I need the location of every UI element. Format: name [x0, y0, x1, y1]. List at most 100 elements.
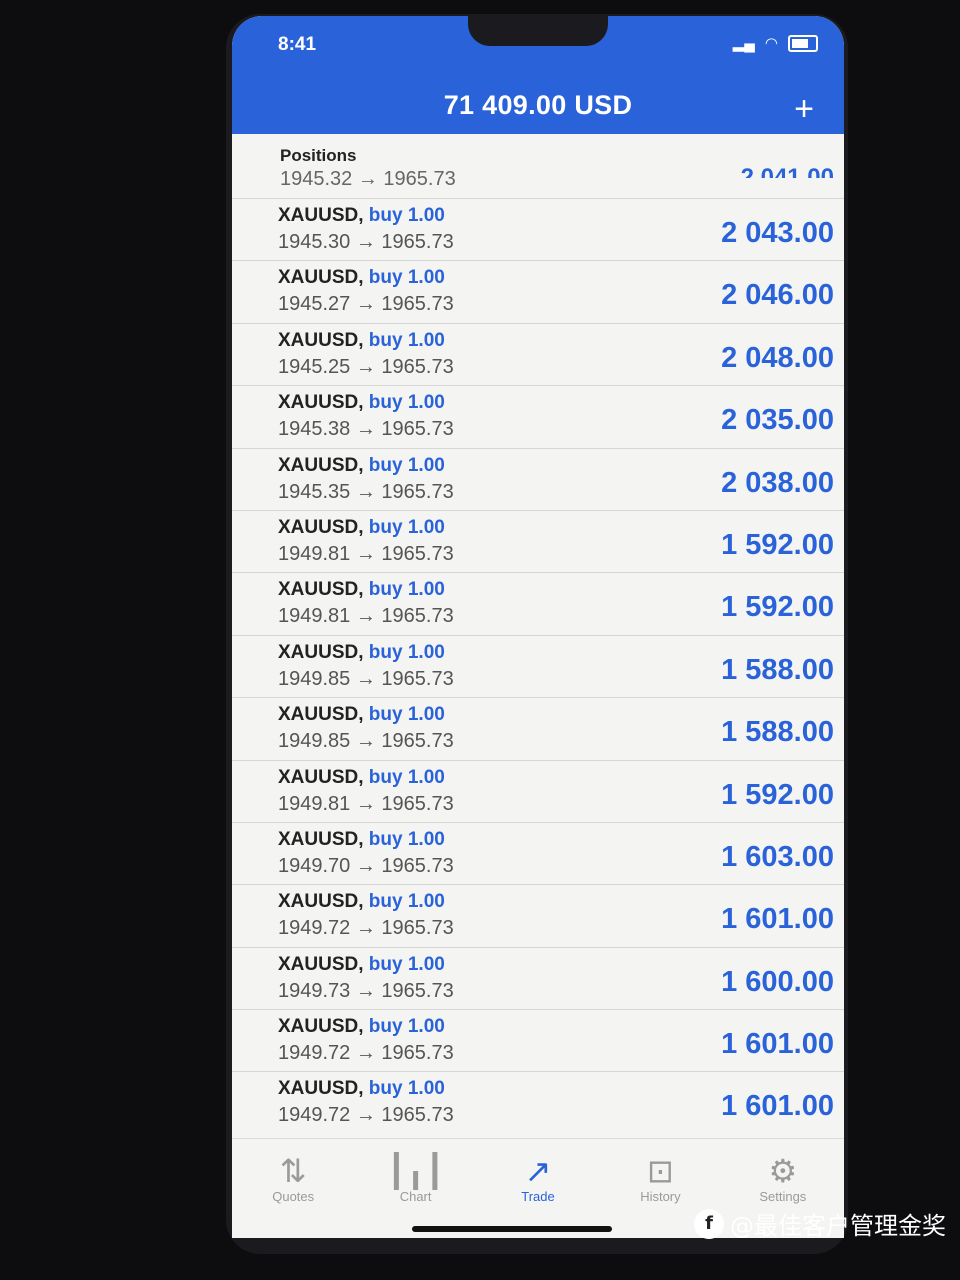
position-prices: 1949.72 → 1965.73 [278, 1042, 454, 1065]
position-symbol: XAUUSD, buy 1.00 [278, 579, 445, 601]
position-prices: 1949.70 → 1965.73 [278, 854, 454, 877]
add-order-button[interactable]: + [794, 92, 814, 126]
position-symbol: XAUUSD, buy 1.00 [278, 330, 445, 352]
symbol-label: XAUUSD, [278, 267, 364, 289]
wifi-icon: ◠ [764, 35, 778, 52]
account-balance: 71 409.00 USD [443, 90, 633, 120]
position-profit: 1 601.00 [721, 903, 834, 936]
symbol-label: XAUUSD, [278, 205, 364, 226]
partial-row-prices: 1945.32 → 1965.73 [280, 168, 456, 190]
position-row[interactable]: XAUUSD, buy 1.00 1949.85 → 1965.73 1 588.0… [232, 697, 844, 759]
position-prices: 1949.72 → 1965.73 [278, 917, 454, 940]
settings-icon: ⚙ [768, 1153, 798, 1189]
position-prices: 1949.72 → 1965.73 [278, 1104, 454, 1127]
position-symbol: XAUUSD, buy 1.00 [278, 954, 445, 976]
position-side: buy 1.00 [368, 891, 445, 913]
position-side: buy 1.00 [368, 267, 445, 289]
position-profit: 1 592.00 [721, 591, 834, 624]
position-side: buy 1.00 [368, 454, 445, 476]
position-profit: 1 592.00 [721, 778, 834, 811]
position-symbol: XAUUSD, buy 1.00 [278, 267, 445, 289]
position-row[interactable]: XAUUSD, buy 1.00 1945.30 → 1965.73 2 043.0… [232, 198, 844, 260]
tab-label: Settings [759, 1189, 807, 1204]
position-profit: 2 043.00 [721, 217, 834, 249]
position-profit: 1 588.00 [721, 653, 834, 686]
position-row[interactable]: XAUUSD, buy 1.00 1945.38 → 1965.73 2 035.0… [232, 385, 844, 447]
position-row[interactable]: XAUUSD, buy 1.00 1949.85 → 1965.73 1 588.0… [232, 634, 844, 697]
position-side: buy 1.00 [368, 329, 445, 351]
status-time: 8:41 [278, 34, 317, 55]
tab-label: Chart [399, 1189, 432, 1204]
position-profit: 1 601.00 [721, 1028, 834, 1061]
position-side: buy 1.00 [368, 828, 445, 850]
signal-icon: ▂▄ [732, 35, 755, 52]
position-prices: 1949.81 → 1965.73 [278, 792, 454, 815]
home-indicator[interactable] [412, 1226, 612, 1232]
position-row[interactable]: XAUUSD, buy 1.00 1949.81 → 1965.73 1 592.0… [232, 509, 844, 572]
symbol-label: XAUUSD, [278, 1016, 364, 1038]
tab-trade[interactable]: ↗ Trade [477, 1139, 599, 1238]
tab-label: History [640, 1189, 681, 1204]
position-row[interactable]: XAUUSD, buy 1.00 1949.72 → 1965.73 1 601.0… [232, 1009, 844, 1071]
status-icons: ▂▄ ◠ [733, 34, 818, 52]
position-symbol: XAUUSD, buy 1.00 [278, 517, 445, 539]
symbol-label: XAUUSD, [278, 329, 364, 351]
tab-quotes[interactable]: ⇅ Quotes [232, 1139, 354, 1238]
symbol-label: XAUUSD, [278, 516, 364, 538]
position-prices: 1945.25 → 1965.73 [278, 355, 454, 378]
position-side: buy 1.00 [368, 766, 445, 788]
watermark: f @最佳客户管理金奖 [694, 1206, 946, 1241]
tab-label: Trade [521, 1189, 555, 1204]
position-profit: 1 588.00 [721, 716, 834, 749]
position-row[interactable]: XAUUSD, buy 1.00 1949.70 → 1965.73 1 603.0… [232, 821, 844, 884]
tab-chart[interactable]: ┃╻┃ Chart [354, 1139, 476, 1238]
position-symbol: XAUUSD, buy 1.00 [278, 704, 445, 726]
position-prices: 1949.81 → 1965.73 [278, 542, 454, 565]
symbol-label: XAUUSD, [278, 641, 364, 663]
positions-list: XAUUSD, buy 1.00 1945.30 → 1965.73 2 043.0… [232, 198, 844, 1134]
position-prices: 1949.85 → 1965.73 [278, 667, 454, 690]
position-prices: 1949.73 → 1965.73 [278, 979, 454, 1002]
position-symbol: XAUUSD, buy 1.00 [278, 829, 445, 851]
history-icon: ⊡ [647, 1153, 674, 1189]
position-row[interactable]: XAUUSD, buy 1.00 1949.81 → 1965.73 1 592.0… [232, 572, 844, 634]
position-side: buy 1.00 [368, 704, 445, 726]
watermark-logo-icon: f [694, 1208, 724, 1239]
position-side: buy 1.00 [368, 641, 445, 663]
position-profit: 2 035.00 [721, 404, 834, 437]
position-side: buy 1.00 [368, 392, 445, 414]
symbol-label: XAUUSD, [278, 454, 364, 476]
trade-icon: ↗ [524, 1153, 552, 1189]
position-symbol: XAUUSD, buy 1.00 [278, 891, 445, 913]
partial-row-profit: 2 041.00 [740, 164, 834, 178]
section-title: Positions [280, 146, 357, 165]
position-row[interactable]: XAUUSD, buy 1.00 1949.81 → 1965.73 1 592.0… [232, 759, 844, 822]
position-side: buy 1.00 [368, 579, 445, 601]
position-row[interactable]: XAUUSD, buy 1.00 1949.72 → 1965.73 1 601.0… [232, 884, 844, 946]
position-symbol: XAUUSD, buy 1.00 [278, 205, 445, 227]
symbol-label: XAUUSD, [278, 891, 364, 913]
position-profit: 1 601.00 [721, 1090, 834, 1123]
position-prices: 1949.81 → 1965.73 [278, 605, 454, 628]
position-symbol: XAUUSD, buy 1.00 [278, 1016, 445, 1038]
position-row[interactable]: XAUUSD, buy 1.00 1945.27 → 1965.73 2 046.0… [232, 260, 844, 322]
position-side: buy 1.00 [368, 516, 445, 538]
position-prices: 1949.85 → 1965.73 [278, 730, 454, 753]
position-row[interactable]: XAUUSD, buy 1.00 1949.72 → 1965.73 1 601.0… [232, 1071, 844, 1133]
position-profit: 2 048.00 [721, 341, 834, 374]
position-row[interactable]: XAUUSD, buy 1.00 1949.73 → 1965.73 1 600.0… [232, 946, 844, 1009]
position-symbol: XAUUSD, buy 1.00 [278, 392, 445, 414]
camera-notch [468, 16, 608, 46]
position-profit: 1 603.00 [721, 840, 834, 873]
battery-icon [788, 34, 818, 52]
position-side: buy 1.00 [368, 953, 445, 975]
position-profit: 1 600.00 [721, 965, 834, 998]
position-row[interactable]: XAUUSD, buy 1.00 1945.35 → 1965.73 2 038.0… [232, 447, 844, 510]
symbol-label: XAUUSD, [278, 1078, 364, 1100]
app-screen: 8:41 ▂▄ ◠ 71 409.00 USD + Positions 1945… [232, 16, 844, 1238]
symbol-label: XAUUSD, [278, 953, 364, 975]
top-bar: 8:41 ▂▄ ◠ 71 409.00 USD + [232, 16, 844, 134]
position-row[interactable]: XAUUSD, buy 1.00 1945.25 → 1965.73 2 048.0… [232, 322, 844, 385]
position-prices: 1945.35 → 1965.73 [278, 480, 454, 503]
quotes-icon: ⇅ [279, 1153, 307, 1189]
